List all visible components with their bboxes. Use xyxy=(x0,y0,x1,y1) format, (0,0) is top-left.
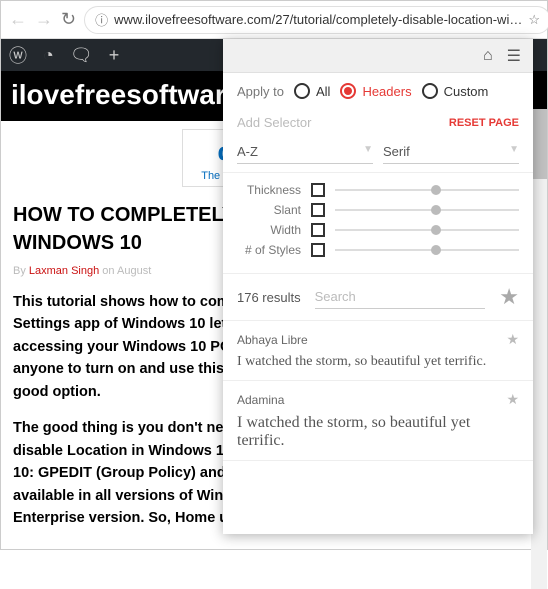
family-dropdown[interactable]: Serif▼ xyxy=(383,140,519,164)
url-bar[interactable]: ⓘ www.ilovefreesoftware.com/27/tutorial/… xyxy=(84,6,548,34)
font-picker-popup: ⌂ ☰ Apply to All Headers Custom Add Sele… xyxy=(223,39,533,534)
back-button[interactable]: ← xyxy=(9,9,27,30)
scroll-thumb[interactable] xyxy=(531,109,547,179)
styles-checkbox[interactable] xyxy=(311,243,325,257)
url-text: www.ilovefreesoftware.com/27/tutorial/co… xyxy=(114,12,522,27)
home-icon[interactable]: ⌂ xyxy=(483,47,493,65)
font-sample: I watched the storm, so beautiful yet te… xyxy=(237,414,519,450)
slant-slider[interactable] xyxy=(335,209,519,211)
add-selector-input[interactable]: Add Selector xyxy=(237,115,311,130)
comments-icon[interactable]: 🗨 xyxy=(70,45,93,66)
option-custom[interactable]: Custom xyxy=(422,83,489,99)
reset-page-button[interactable]: RESET PAGE xyxy=(449,117,519,129)
width-slider[interactable] xyxy=(335,229,519,231)
font-sample: I watched the storm, so beautiful yet te… xyxy=(237,354,519,370)
bookmark-icon[interactable]: ☆ xyxy=(528,12,540,28)
font-item[interactable]: Adamina★ I watched the storm, so beautif… xyxy=(223,381,533,461)
wordpress-icon[interactable]: ⓦ xyxy=(9,42,27,68)
reload-button[interactable]: ↻ xyxy=(61,9,76,30)
author-link[interactable]: Laxman Singh xyxy=(29,265,99,277)
favorite-star-icon[interactable]: ★ xyxy=(506,391,519,408)
width-checkbox[interactable] xyxy=(311,223,325,237)
font-item[interactable]: Abhaya Libre★ I watched the storm, so be… xyxy=(223,321,533,381)
list-icon[interactable]: ☰ xyxy=(507,46,521,66)
option-all[interactable]: All xyxy=(294,83,330,99)
favorite-star-icon[interactable]: ★ xyxy=(506,331,519,348)
thickness-checkbox[interactable] xyxy=(311,183,325,197)
page-scrollbar[interactable] xyxy=(531,109,547,589)
option-headers[interactable]: Headers xyxy=(340,83,411,99)
dashboard-icon[interactable]: ◔ xyxy=(43,45,54,66)
results-count: 176 results xyxy=(237,290,301,305)
slant-checkbox[interactable] xyxy=(311,203,325,217)
sort-dropdown[interactable]: A-Z▼ xyxy=(237,140,373,164)
favorites-filter-icon[interactable]: ★ xyxy=(499,284,519,310)
info-icon: ⓘ xyxy=(95,10,108,29)
forward-button[interactable]: → xyxy=(35,9,53,30)
add-new-icon[interactable]: + xyxy=(109,45,120,66)
thickness-slider[interactable] xyxy=(335,189,519,191)
apply-to-label: Apply to xyxy=(237,84,284,99)
search-input[interactable]: Search xyxy=(315,285,486,309)
styles-slider[interactable] xyxy=(335,249,519,251)
